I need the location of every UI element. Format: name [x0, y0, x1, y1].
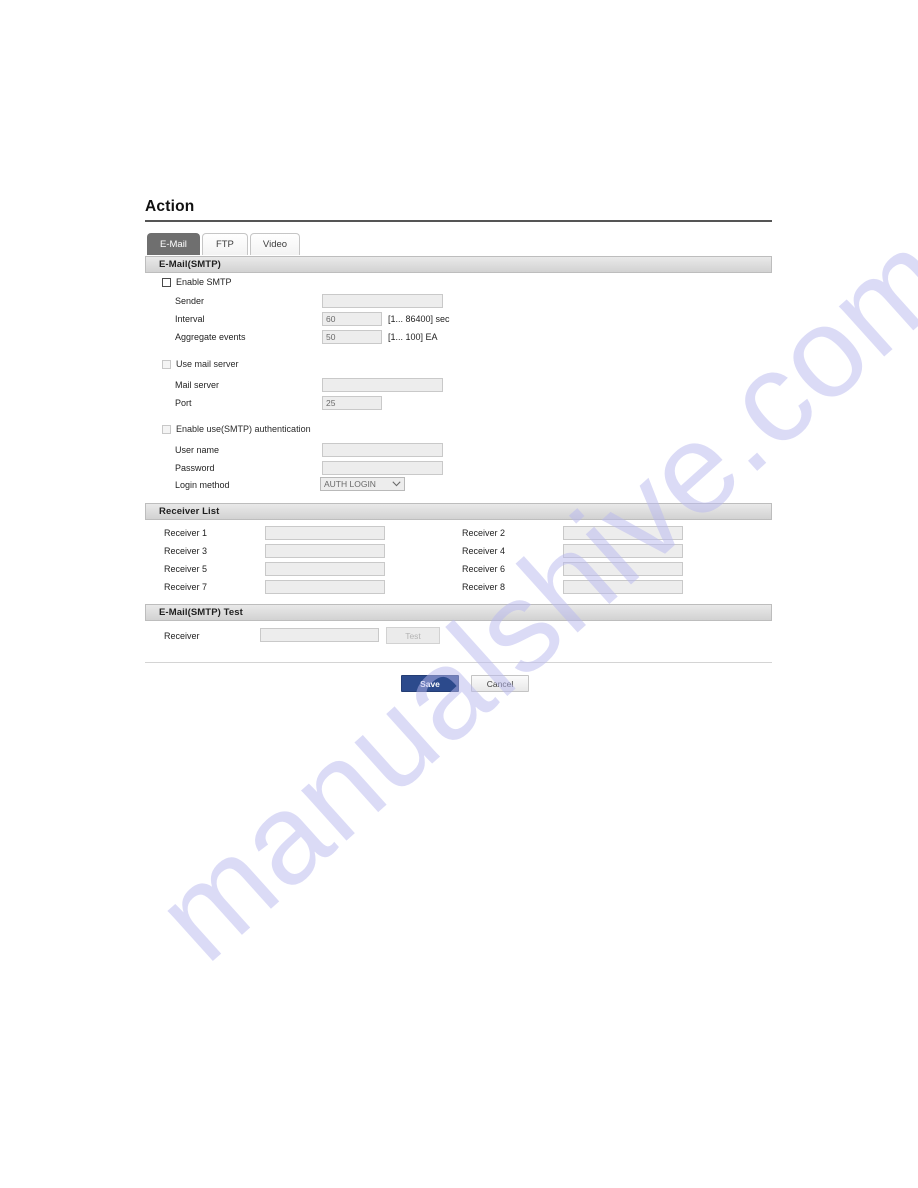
- password-input[interactable]: [322, 461, 443, 475]
- receiver-7-label: Receiver 7: [164, 582, 208, 592]
- aggregate-events-label-wrap: Aggregate events: [175, 332, 246, 342]
- receiver-3-input[interactable]: [265, 544, 385, 558]
- section-header-smtp-test: E-Mail(SMTP) Test: [145, 604, 772, 621]
- receiver-5-input[interactable]: [265, 562, 385, 576]
- port-label: Port: [175, 398, 192, 408]
- use-mail-server-label: Use mail server: [176, 359, 239, 369]
- save-button-label: Save: [420, 678, 440, 689]
- enable-smtp-checkbox[interactable]: [162, 277, 171, 287]
- login-method-select[interactable]: AUTH LOGIN: [320, 477, 405, 491]
- enable-smtp-auth-label: Enable use(SMTP) authentication: [176, 424, 311, 434]
- enable-smtp-auth-row[interactable]: Enable use(SMTP) authentication: [162, 424, 311, 434]
- interval-hint-wrap: [1... 86400] sec: [388, 314, 450, 324]
- use-mail-server-checkbox[interactable]: [162, 359, 171, 369]
- receiver-8-input[interactable]: [563, 580, 683, 594]
- footer-divider: [145, 662, 772, 663]
- section-header-smtp-label: E-Mail(SMTP): [159, 259, 221, 270]
- test-receiver-label: Receiver: [164, 631, 200, 641]
- tab-email[interactable]: E-Mail: [147, 233, 200, 255]
- receiver-5-label: Receiver 5: [164, 564, 208, 574]
- section-header-receiver-list-label: Receiver List: [159, 506, 220, 517]
- test-button-label: Test: [405, 630, 421, 641]
- tab-video-label: Video: [262, 239, 288, 250]
- receiver-4-label-wrap: Receiver 4: [462, 546, 505, 556]
- section-header-receiver-list: Receiver List: [145, 503, 772, 520]
- save-button[interactable]: Save: [401, 675, 459, 692]
- tab-ftp[interactable]: FTP: [201, 233, 248, 255]
- password-label-wrap: Password: [175, 463, 215, 473]
- receiver-7-input[interactable]: [265, 580, 385, 594]
- login-method-value: AUTH LOGIN: [324, 479, 376, 489]
- receiver-5-label-wrap: Receiver 5: [164, 564, 207, 574]
- enable-smtp-row[interactable]: Enable SMTP: [162, 277, 232, 287]
- receiver-6-label-wrap: Receiver 6: [462, 564, 505, 574]
- interval-hint: [1... 86400] sec: [388, 314, 450, 324]
- receiver-1-label: Receiver 1: [164, 528, 208, 538]
- aggregate-events-hint-wrap: [1... 100] EA: [388, 332, 438, 342]
- section-header-smtp-test-label: E-Mail(SMTP) Test: [159, 607, 243, 618]
- manual-page: Action E-Mail FTP Video E-Mail(SMTP) Ena…: [0, 0, 918, 1188]
- receiver-8-label: Receiver 8: [462, 582, 506, 592]
- receiver-7-label-wrap: Receiver 7: [164, 582, 207, 592]
- test-receiver-input[interactable]: [260, 628, 379, 642]
- test-button[interactable]: Test: [386, 627, 440, 644]
- aggregate-events-hint: [1... 100] EA: [388, 332, 438, 342]
- receiver-4-input[interactable]: [563, 544, 683, 558]
- receiver-2-input[interactable]: [563, 526, 683, 540]
- chevron-down-icon: [391, 479, 401, 489]
- receiver-3-label-wrap: Receiver 3: [164, 546, 207, 556]
- login-method-label: Login method: [175, 480, 230, 490]
- interval-label-wrap: Interval: [175, 314, 205, 324]
- mail-server-label-wrap: Mail server: [175, 380, 219, 390]
- sender-input[interactable]: [322, 294, 443, 308]
- cancel-button-label: Cancel: [486, 678, 514, 689]
- receiver-8-label-wrap: Receiver 8: [462, 582, 505, 592]
- tab-bar: E-Mail FTP Video: [147, 233, 301, 255]
- section-header-smtp: E-Mail(SMTP): [145, 256, 772, 273]
- receiver-2-label-wrap: Receiver 2: [462, 528, 505, 538]
- interval-label: Interval: [175, 314, 205, 324]
- test-receiver-label-wrap: Receiver: [164, 631, 200, 641]
- interval-input[interactable]: 60: [322, 312, 382, 326]
- receiver-1-input[interactable]: [265, 526, 385, 540]
- aggregate-events-label: Aggregate events: [175, 332, 246, 342]
- receiver-2-label: Receiver 2: [462, 528, 506, 538]
- port-label-wrap: Port: [175, 398, 192, 408]
- receiver-4-label: Receiver 4: [462, 546, 506, 556]
- cancel-button[interactable]: Cancel: [471, 675, 529, 692]
- username-label-wrap: User name: [175, 445, 219, 455]
- mail-server-input[interactable]: [322, 378, 443, 392]
- mail-server-label: Mail server: [175, 380, 220, 390]
- receiver-3-label: Receiver 3: [164, 546, 208, 556]
- aggregate-events-input[interactable]: 50: [322, 330, 382, 344]
- page-title: Action: [145, 198, 195, 215]
- receiver-6-input[interactable]: [563, 562, 683, 576]
- action-button-bar: Save Cancel: [401, 675, 529, 692]
- sender-label-wrap: Sender: [175, 296, 204, 306]
- tab-video[interactable]: Video: [249, 233, 301, 255]
- login-method-label-wrap: Login method: [175, 480, 230, 490]
- password-label: Password: [175, 463, 215, 473]
- tab-email-label: E-Mail: [160, 239, 187, 250]
- title-divider: [145, 220, 772, 222]
- enable-smtp-auth-checkbox[interactable]: [162, 424, 171, 434]
- username-input[interactable]: [322, 443, 443, 457]
- sender-label: Sender: [175, 296, 205, 306]
- username-label: User name: [175, 445, 220, 455]
- port-input[interactable]: 25: [322, 396, 382, 410]
- tab-ftp-label: FTP: [215, 239, 234, 250]
- enable-smtp-label: Enable SMTP: [176, 277, 232, 287]
- receiver-6-label: Receiver 6: [462, 564, 506, 574]
- receiver-1-label-wrap: Receiver 1: [164, 528, 207, 538]
- use-mail-server-row[interactable]: Use mail server: [162, 359, 239, 369]
